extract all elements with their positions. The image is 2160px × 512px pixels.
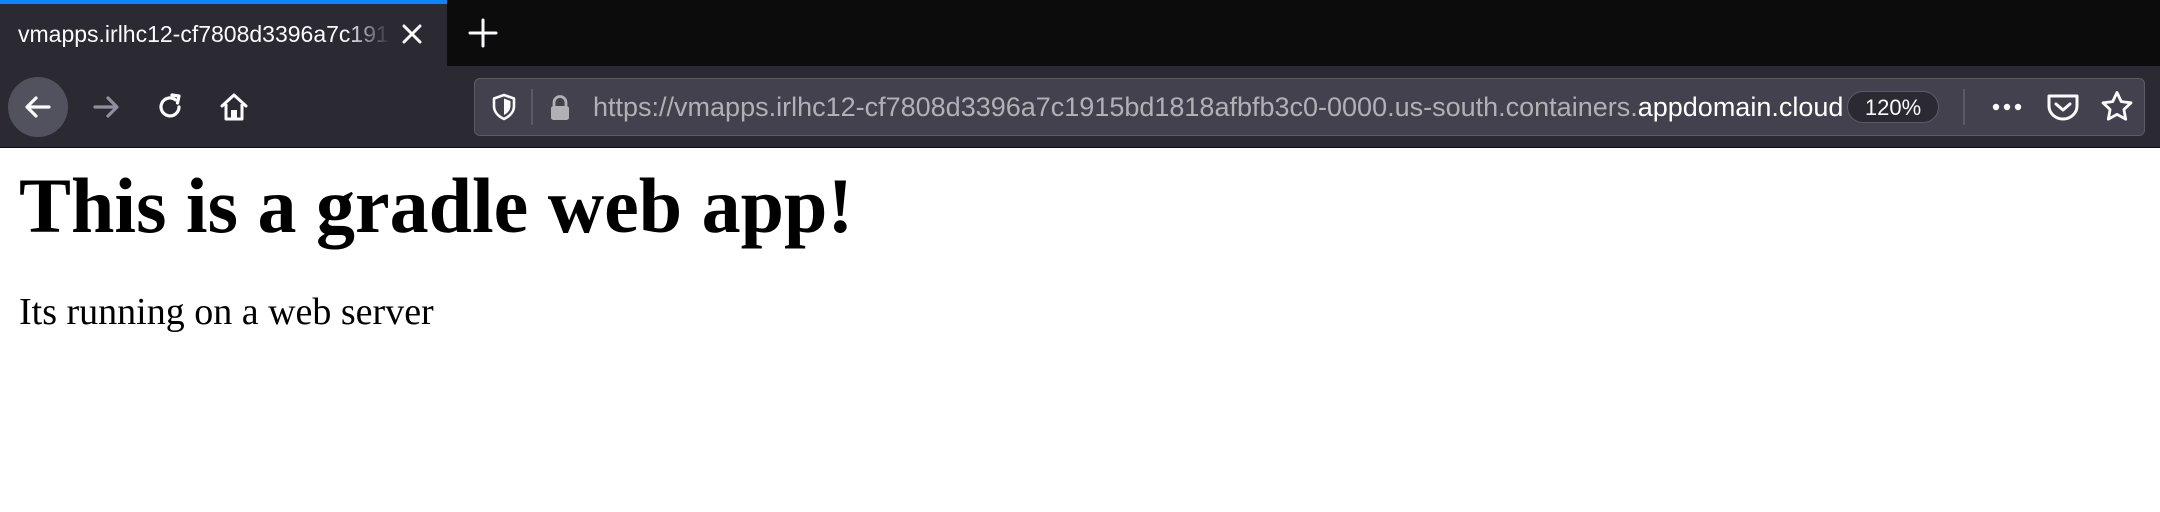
reload-button[interactable]: [140, 77, 200, 137]
tab-strip: vmapps.irlhc12-cf7808d3396a7c1915bd1818a…: [0, 0, 2160, 66]
forward-button[interactable]: [76, 77, 136, 137]
star-icon[interactable]: [2097, 89, 2137, 125]
home-button[interactable]: [204, 77, 264, 137]
reload-icon: [159, 93, 181, 118]
more-horizontal-icon[interactable]: [1987, 89, 2027, 125]
page-heading: This is a gradle web app!: [19, 162, 854, 249]
pocket-icon[interactable]: [2043, 89, 2083, 125]
home-icon: [220, 93, 248, 121]
arrow-left-icon: [25, 96, 51, 118]
url-bar-separator: [1963, 89, 1965, 125]
tab-active[interactable]: vmapps.irlhc12-cf7808d3396a7c1915bd1818a…: [0, 0, 447, 66]
zoom-level-badge[interactable]: 120%: [1847, 91, 1939, 123]
tab-active-indicator: [0, 0, 447, 4]
page-paragraph: Its running on a web server: [19, 291, 434, 333]
navigation-toolbar: https://vmapps.irlhc12-cf7808d3396a7c191…: [0, 66, 2160, 148]
url-prefix: https://vmapps.irlhc12-cf7808d3396a7c191…: [593, 92, 1638, 122]
url-host: appdomain.cloud: [1637, 92, 1844, 122]
tab-title: vmapps.irlhc12-cf7808d3396a7c1915bd1818a…: [18, 21, 390, 47]
close-icon[interactable]: [398, 20, 426, 48]
browser-window: vmapps.irlhc12-cf7808d3396a7c1915bd1818a…: [0, 0, 2160, 512]
url-bar-divider: [531, 89, 533, 125]
back-button[interactable]: [8, 77, 68, 137]
url-bar[interactable]: https://vmapps.irlhc12-cf7808d3396a7c191…: [474, 78, 2145, 136]
page-content: This is a gradle web app! Its running on…: [0, 148, 2160, 512]
tracking-protection-shield-icon[interactable]: [489, 92, 519, 122]
lock-icon[interactable]: [545, 93, 575, 123]
arrow-right-icon: [93, 96, 119, 118]
plus-icon[interactable]: [464, 14, 502, 52]
